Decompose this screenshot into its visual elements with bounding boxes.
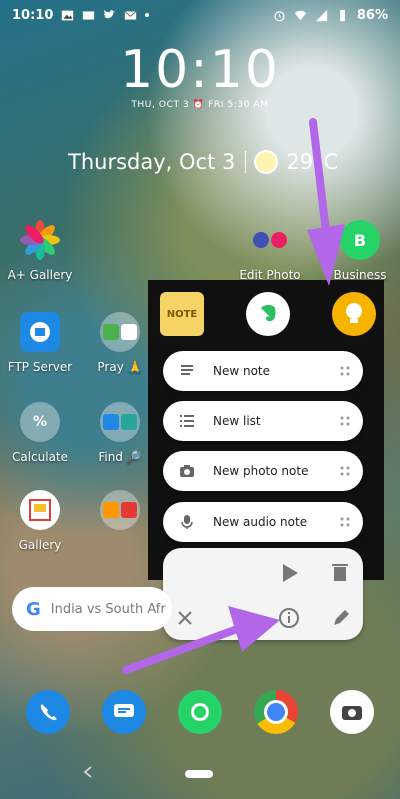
- list-icon: [180, 415, 194, 427]
- divider: [245, 151, 247, 173]
- weather-sun-icon: [256, 152, 277, 172]
- dock: [0, 690, 400, 734]
- gallery-icon: [20, 490, 60, 530]
- alarm-text: FRI 5:30 AM: [208, 100, 269, 110]
- google-keep-icon[interactable]: [332, 292, 376, 336]
- app-label: FTP Server: [7, 360, 73, 374]
- battery-percent: 86%: [356, 7, 388, 23]
- drag-handle-icon[interactable]: [339, 465, 351, 477]
- menu-item-new-audio-note[interactable]: New audio note: [163, 502, 363, 542]
- menu-item-new-note[interactable]: New note: [163, 351, 363, 391]
- drag-handle-icon[interactable]: [339, 415, 351, 427]
- drag-handle-icon[interactable]: [339, 516, 351, 528]
- edit-icon[interactable]: [331, 608, 351, 628]
- date-text: Thursday, Oct 3: [68, 150, 236, 174]
- alarm-small-icon: ⏰: [192, 100, 209, 110]
- menu-item-new-list[interactable]: New list: [163, 401, 363, 441]
- wifi-icon: [294, 10, 307, 20]
- app-calculate-folder[interactable]: % Calculate: [0, 402, 80, 464]
- app-label: Calculate: [11, 450, 69, 464]
- evernote-icon[interactable]: [246, 292, 290, 336]
- edit-photo-folder-icon: [250, 220, 290, 260]
- lock-clock: 10:10: [120, 40, 280, 100]
- battery-icon: [339, 9, 345, 21]
- menu-item-label: New photo note: [213, 464, 309, 478]
- gmail-icon: [124, 10, 137, 20]
- phone-icon[interactable]: [26, 690, 70, 734]
- drag-handle-icon[interactable]: [339, 365, 351, 377]
- status-time: 10:10: [12, 7, 54, 23]
- alarm-icon: [274, 10, 285, 21]
- calculator-icon: %: [20, 402, 60, 442]
- status-bar: 10:10 86%: [0, 0, 400, 30]
- twitter-icon: [104, 9, 116, 18]
- menu-item-label: New note: [213, 364, 271, 378]
- note-icon: [181, 365, 193, 375]
- mic-icon: [181, 515, 193, 529]
- pointer-arrow-top: [307, 118, 345, 286]
- shortcut-row: NOTE: [160, 292, 376, 336]
- note-app-icon[interactable]: NOTE: [160, 292, 204, 336]
- app-label: A+ Gallery: [7, 268, 73, 282]
- camera-app-icon[interactable]: [330, 690, 374, 734]
- apps-folder-icon: [100, 490, 140, 530]
- menu-item-label: New list: [213, 414, 261, 428]
- app-ftp-server[interactable]: FTP Server: [0, 312, 80, 374]
- home-pill[interactable]: [185, 770, 213, 778]
- whatsapp-icon[interactable]: [178, 690, 222, 734]
- pointer-arrow-bottom: [122, 606, 280, 674]
- menu-item-label: New audio note: [213, 515, 308, 529]
- folder-icon: [100, 312, 140, 352]
- camera-icon: [180, 465, 194, 477]
- google-g-icon: G: [26, 598, 41, 620]
- navigation-bar: [0, 760, 400, 799]
- nr-icon: [83, 10, 95, 20]
- flower-icon: [20, 220, 60, 260]
- menu-item-new-photo-note[interactable]: New photo note: [163, 451, 363, 491]
- play-store-icon[interactable]: [279, 562, 301, 584]
- app-a-plus-gallery[interactable]: A+ Gallery: [0, 220, 80, 282]
- signal-icon: [315, 9, 328, 21]
- chrome-icon[interactable]: [254, 690, 298, 734]
- back-icon[interactable]: [82, 766, 94, 778]
- uninstall-icon[interactable]: [331, 562, 349, 582]
- messages-icon[interactable]: [102, 690, 146, 734]
- app-gallery[interactable]: Gallery: [0, 490, 80, 552]
- more-notifications-icon: [145, 13, 150, 17]
- app-label: Gallery: [18, 538, 62, 552]
- subdate-text: THU, OCT 3: [131, 100, 190, 110]
- ftp-icon: [20, 312, 60, 352]
- find-folder-icon: [100, 402, 140, 442]
- alarm-line: THU, OCT 3 ⏰ FRI 5:30 AM: [0, 100, 400, 110]
- image-icon: [62, 10, 74, 20]
